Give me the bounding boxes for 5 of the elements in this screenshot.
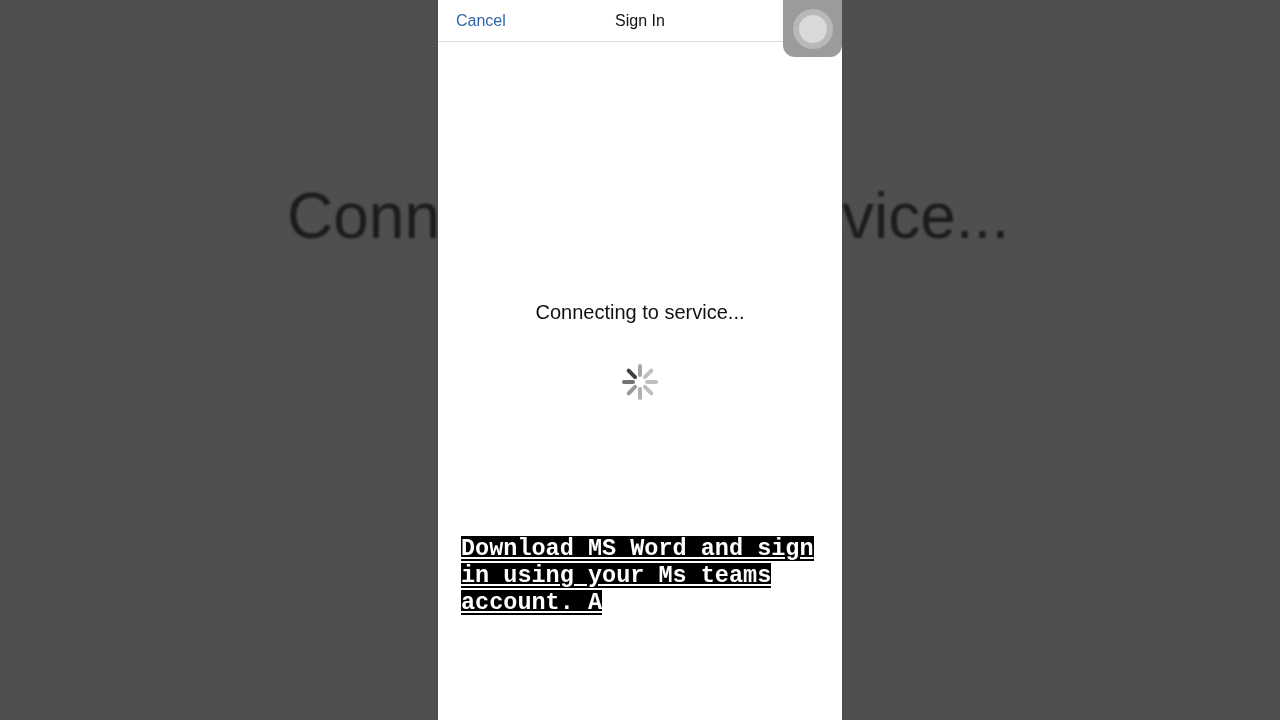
screen-title: Sign In bbox=[614, 11, 666, 30]
status-text: Connecting to service... bbox=[535, 301, 745, 324]
assistive-touch-button[interactable] bbox=[783, 0, 842, 57]
cancel-button[interactable]: Cancel bbox=[456, 11, 506, 30]
loading-spinner-icon bbox=[622, 364, 658, 400]
